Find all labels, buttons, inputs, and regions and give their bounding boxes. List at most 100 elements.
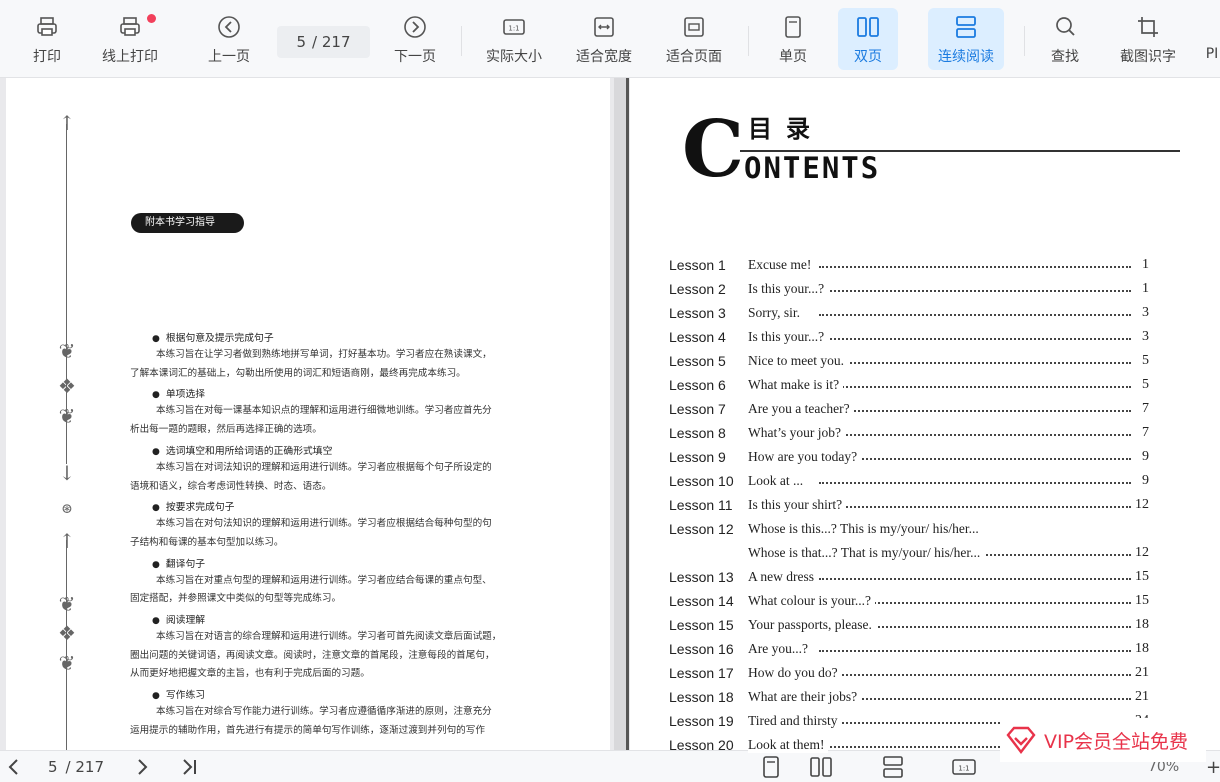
toc-row[interactable]: Lesson 9 How are you today? 9 (669, 449, 1149, 473)
single-page-button[interactable] (762, 755, 780, 779)
next-page-button[interactable] (134, 755, 150, 779)
section-text-line: 本练习旨在对语言的综合理解和运用进行训练。学习者可首先阅读文章后面试题， (156, 631, 502, 642)
toc-row[interactable]: Lesson 3 Sorry, sir. 3 (669, 305, 1149, 329)
single-page-label: 单页 (779, 49, 807, 65)
double-page-button[interactable] (810, 755, 832, 779)
toc-lesson: Lesson 19 (669, 713, 734, 729)
fit-page-button[interactable]: 适合页面 (660, 8, 728, 70)
toc-leader-dots (819, 698, 1131, 700)
toc-lesson: Lesson 9 (669, 449, 726, 465)
toc-row[interactable]: Lesson 12 Whose is this...? This is my/yo… (669, 521, 1149, 545)
toc-leader-dots (819, 578, 1131, 580)
single-page-button[interactable]: 单页 (768, 8, 818, 70)
online-print-label: 线上打印 (102, 49, 158, 65)
toc-row[interactable]: Lesson 2 Is this your...? 1 (669, 281, 1149, 305)
toc-page-number: 3 (1135, 329, 1149, 345)
actual-size-button[interactable]: 1:1 (952, 755, 976, 779)
toc-page-number: 15 (1135, 569, 1149, 585)
toolbar: 打印 线上打印 上一页 5 / 217 下一页 1:1 实际大小 适合宽度 适合… (0, 0, 1220, 78)
toc-row[interactable]: Lesson 4 Is this your...? 3 (669, 329, 1149, 353)
toc-leader-dots (819, 650, 1131, 652)
find-label: 查找 (1051, 49, 1079, 65)
prev-page-button[interactable] (6, 755, 22, 779)
vip-label: VIP会员全站免费 (1044, 730, 1189, 753)
toc-row[interactable]: Lesson 8 What’s your job? 7 (669, 425, 1149, 449)
toc-lesson: Lesson 5 (669, 353, 726, 369)
toc-row[interactable]: Lesson 14 What colour is your...? 15 (669, 593, 1149, 617)
fit-width-label: 适合宽度 (576, 49, 632, 65)
search-icon (1056, 17, 1075, 36)
page-indicator[interactable]: 5 / 217 (48, 755, 104, 779)
screenshot-ocr-button[interactable]: 截图识字 (1112, 8, 1184, 70)
toc-leader-dots (819, 290, 1131, 292)
vip-banner[interactable]: VIP会员全站免费 (1000, 718, 1206, 762)
toc-page-number: 3 (1135, 305, 1149, 321)
toc-row[interactable]: Lesson 17 How do you do? 21 (669, 665, 1149, 689)
toc-row[interactable]: Lesson 16 Are you...? 18 (669, 641, 1149, 665)
toc-page-number: 21 (1135, 689, 1149, 705)
toc-row[interactable]: Lesson 1 Excuse me! 1 (669, 257, 1149, 281)
page-gutter (614, 78, 626, 750)
double-page-button[interactable]: 双页 (838, 8, 898, 70)
toc-row[interactable]: Lesson 13 A new dress 15 (669, 569, 1149, 593)
find-button[interactable]: 查找 (1040, 8, 1090, 70)
toc-lesson: Lesson 3 (669, 305, 726, 321)
toc-lesson: Lesson 18 (669, 689, 734, 705)
toc-leader-dots (819, 410, 1131, 412)
toc-leader-dots (819, 674, 1131, 676)
toc-title: Sorry, sir. (748, 305, 805, 321)
actual-size-button[interactable]: 1:1 实际大小 (480, 8, 548, 70)
chevron-right-circle-icon (404, 16, 426, 38)
toc-row[interactable]: Lesson 11 Is this your shirt? 12 (669, 497, 1149, 521)
toc-leader-dots (819, 386, 1131, 388)
section-text-line: 本练习旨在对词法知识的理解和运用进行训练。学习者应根据每个句子所设定的 (156, 461, 492, 473)
toc-row[interactable]: Whose is that...? That is my/your/ his/h… (669, 545, 1149, 569)
continuous-read-button[interactable]: 连续阅读 (928, 8, 1004, 70)
actual-size-icon: 1:1 (503, 19, 525, 35)
section-heading: 单项选择 (152, 386, 205, 400)
prev-page-button[interactable]: 上一页 (200, 8, 258, 70)
ornament-icon: ❦ (58, 404, 76, 428)
screenshot-ocr-label: 截图识字 (1120, 49, 1176, 65)
chevron-right-icon (138, 759, 148, 775)
toc-lesson: Lesson 8 (669, 425, 726, 441)
toc-title: Whose is that...? That is my/your/ his/h… (748, 545, 985, 561)
page-number-box[interactable]: 5 / 217 (277, 26, 370, 58)
toc-row[interactable]: Lesson 7 Are you a teacher? 7 (669, 401, 1149, 425)
toc-lesson: Lesson 11 (669, 497, 733, 513)
toc-page-number: 15 (1135, 593, 1149, 609)
zoom-in-button[interactable]: + (1206, 755, 1220, 779)
more-tool-icon (1204, 14, 1220, 40)
fit-page-icon (684, 17, 704, 37)
continuous-read-button[interactable] (882, 755, 904, 779)
toc-row[interactable]: Lesson 15 Your passports, please. 18 (669, 617, 1149, 641)
print-button[interactable]: 打印 (22, 8, 72, 70)
toc-title: A new dress (748, 569, 818, 585)
section-text-line: 本练习旨在对每一课基本知识点的理解和运用进行细微地训练。学习者应首先分 (156, 405, 492, 417)
toc-row[interactable]: Lesson 10 Look at ... 9 (669, 473, 1149, 497)
page-current[interactable]: 5 (297, 33, 307, 51)
page-current[interactable]: 5 (48, 758, 58, 776)
notification-badge (147, 14, 156, 23)
more-tool-button[interactable]: PI (1204, 8, 1220, 70)
toc-row[interactable]: Lesson 18 What are their jobs? 21 (669, 689, 1149, 713)
actual-size-icon: 1:1 (952, 759, 976, 775)
online-print-button[interactable]: 线上打印 (96, 8, 164, 70)
toc-row[interactable]: Lesson 5 Nice to meet you. 5 (669, 353, 1149, 377)
section-text-line: 运用提示的辅助作用，首先进行有提示的简单句写作训练，逐渐过渡到并列句的写作 (130, 724, 485, 736)
ornament-icon: ❦ (58, 651, 76, 675)
toc-row[interactable]: Lesson 6 What make is it? 5 (669, 377, 1149, 401)
next-page-button[interactable]: 下一页 (386, 8, 444, 70)
toc-page-number: 18 (1135, 617, 1149, 633)
section-text-line: 本练习旨在让学习者做到熟练地拼写单词，打好基本功。学习者应在熟读课文， (156, 349, 492, 360)
section-text-line: 了解本课词汇的基础上，勾勒出所使用的词汇和短语商刚，最终再完成本练习。 (130, 367, 466, 379)
toc-page-number: 1 (1135, 257, 1149, 273)
toc-page-number: 5 (1135, 377, 1149, 393)
ornament-icon: ❖ (58, 374, 76, 398)
fit-width-button[interactable]: 适合宽度 (570, 8, 638, 70)
last-page-button[interactable] (180, 755, 200, 779)
toc-title: What are their jobs? (748, 689, 862, 705)
section-heading: 写作练习 (152, 687, 205, 701)
page-total: / 217 (65, 758, 104, 776)
toc-title: Nice to meet you. (748, 353, 848, 369)
